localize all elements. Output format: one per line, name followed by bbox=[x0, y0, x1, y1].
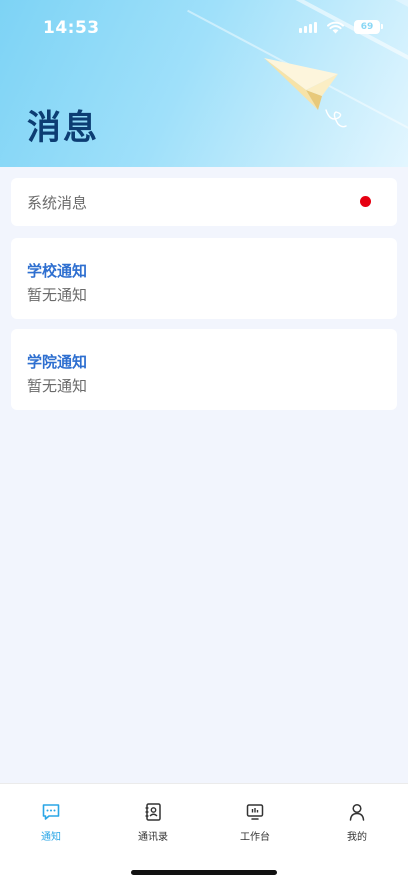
tab-contacts[interactable]: 通讯录 bbox=[113, 802, 193, 843]
tab-mine[interactable]: 我的 bbox=[317, 802, 397, 843]
college-notice-status: 暂无通知 bbox=[27, 377, 88, 395]
monitor-icon bbox=[246, 804, 264, 820]
system-messages-item[interactable]: 系统消息 bbox=[11, 178, 397, 226]
status-icons: 69 bbox=[299, 20, 383, 34]
address-book-icon bbox=[145, 803, 161, 821]
tab-label: 通讯录 bbox=[138, 832, 168, 843]
battery-icon: 69 bbox=[354, 20, 383, 34]
person-icon bbox=[349, 803, 365, 821]
paper-plane-illustration bbox=[264, 58, 347, 128]
wifi-icon bbox=[327, 21, 344, 33]
tab-workbench[interactable]: 工作台 bbox=[215, 802, 295, 843]
tab-notifications[interactable]: 通知 bbox=[11, 802, 91, 843]
bottom-tab-bar: 通知 通讯录 工作台 我的 bbox=[0, 783, 408, 884]
cellular-signal-icon bbox=[299, 21, 317, 33]
status-time: 14:53 bbox=[43, 18, 100, 38]
system-messages-label: 系统消息 bbox=[27, 194, 88, 212]
home-indicator bbox=[131, 870, 277, 875]
unread-dot bbox=[360, 196, 371, 207]
chat-bubble-icon bbox=[42, 804, 60, 820]
college-notice-title: 学院通知 bbox=[27, 353, 88, 371]
school-notice-item[interactable]: 学校通知 暂无通知 bbox=[11, 238, 397, 319]
school-notice-title: 学校通知 bbox=[27, 262, 88, 280]
tab-label: 我的 bbox=[347, 832, 367, 843]
header: 14:53 69 消息 bbox=[0, 0, 408, 167]
tab-label: 通知 bbox=[41, 832, 61, 843]
tab-label: 工作台 bbox=[240, 832, 270, 843]
battery-level: 69 bbox=[360, 21, 374, 32]
college-notice-item[interactable]: 学院通知 暂无通知 bbox=[11, 329, 397, 410]
page-title: 消息 bbox=[27, 108, 99, 148]
school-notice-status: 暂无通知 bbox=[27, 286, 88, 304]
